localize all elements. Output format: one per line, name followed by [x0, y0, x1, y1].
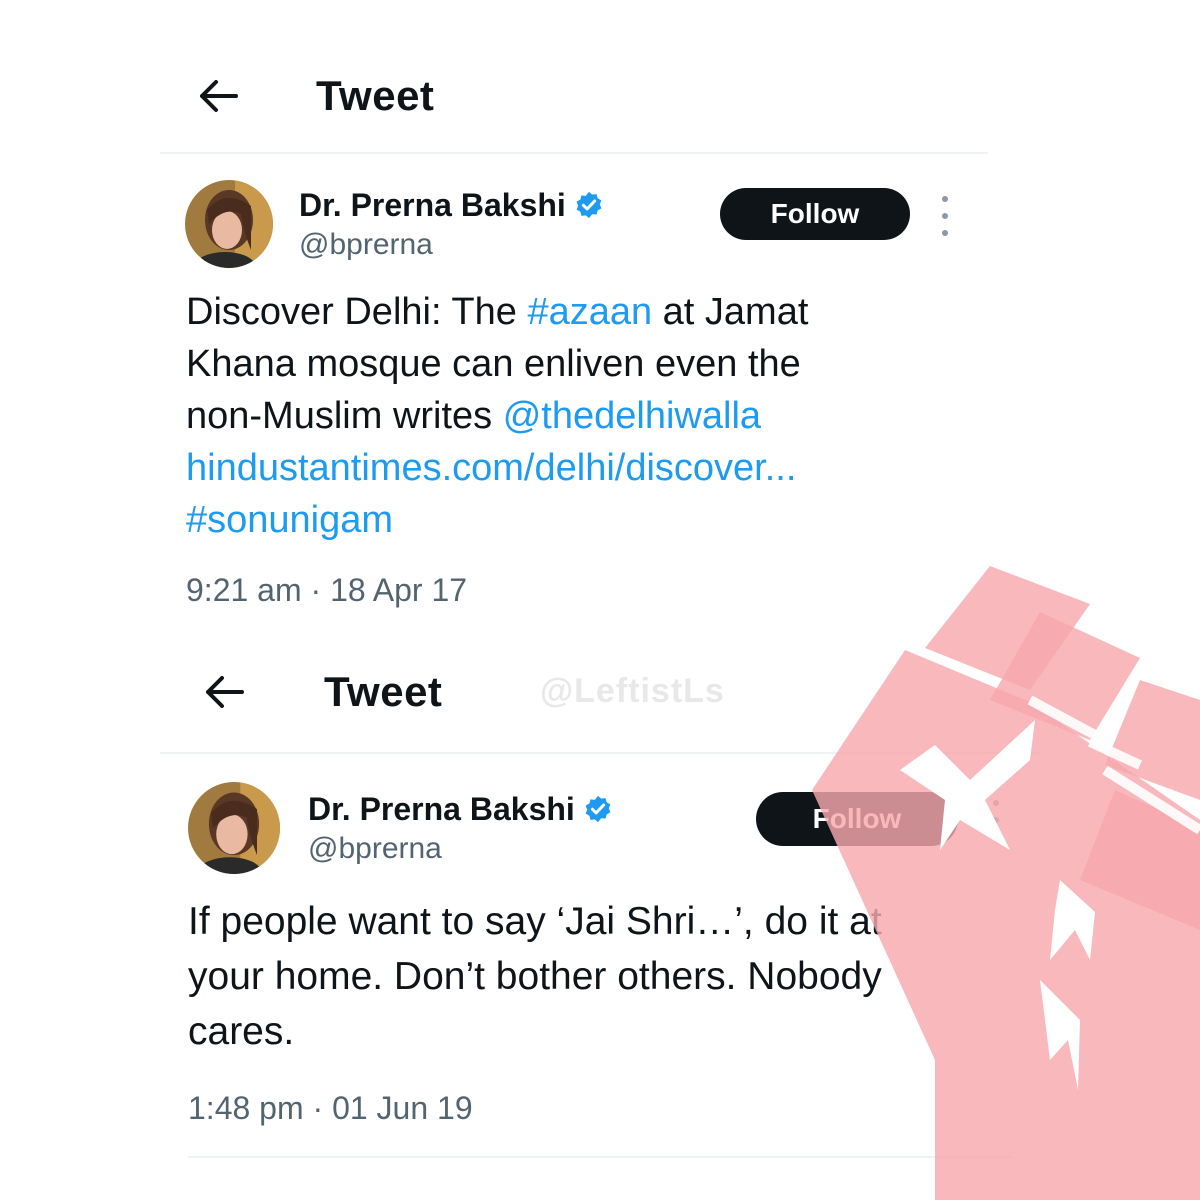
- tweet-timestamp[interactable]: 1:48 pm · 01 Jun 19: [188, 1090, 473, 1127]
- mention-link[interactable]: @thedelhiwalla: [503, 395, 761, 437]
- author-name[interactable]: Dr. Prerna Bakshi: [299, 187, 566, 224]
- header-divider: [160, 152, 988, 154]
- tweet-timestamp[interactable]: 9:21 am · 18 Apr 17: [186, 572, 467, 609]
- page-title: Tweet: [324, 668, 443, 715]
- url-link[interactable]: hindustantimes.com/delhi/discover...: [186, 442, 1006, 494]
- author-row-1: Dr. Prerna Bakshi @bprerna: [185, 180, 604, 268]
- text-line: your home. Don’t bother others. Nobody: [188, 955, 882, 998]
- more-options-icon[interactable]: [937, 196, 953, 236]
- back-arrow-icon[interactable]: [202, 670, 246, 714]
- back-arrow-icon[interactable]: [196, 74, 240, 118]
- more-options-icon[interactable]: [988, 800, 1004, 840]
- tweet-text-1: Discover Delhi: The #azaan at Jamat Khan…: [186, 286, 1006, 546]
- text-run: at Jamat: [652, 291, 809, 333]
- avatar[interactable]: [188, 782, 280, 874]
- text-run: non-Muslim writes: [186, 395, 503, 437]
- page-title: Tweet: [316, 72, 435, 119]
- hashtag-link[interactable]: #sonunigam: [186, 494, 1006, 546]
- text-run: Discover Delhi: The: [186, 291, 528, 333]
- text-line: Khana mosque can enliven even the: [186, 343, 801, 385]
- author-name[interactable]: Dr. Prerna Bakshi: [308, 791, 575, 828]
- watermark-text: @LeftistLs: [540, 672, 725, 710]
- text-line: cares.: [188, 1010, 295, 1053]
- author-handle[interactable]: @bprerna: [308, 832, 613, 866]
- tweet-header-1: Tweet: [196, 72, 434, 120]
- footer-divider: [188, 1156, 1012, 1158]
- header-divider: [160, 752, 1040, 754]
- verified-badge-icon: [585, 795, 611, 823]
- verified-badge-icon: [576, 191, 602, 219]
- avatar[interactable]: [185, 180, 273, 268]
- follow-button[interactable]: Follow: [720, 188, 910, 240]
- author-handle[interactable]: @bprerna: [299, 228, 604, 262]
- text-line: If people want to say ‘Jai Shri…’, do it…: [188, 900, 882, 943]
- author-row-2: Dr. Prerna Bakshi @bprerna: [188, 782, 613, 874]
- follow-button[interactable]: Follow: [756, 792, 958, 846]
- hashtag-link[interactable]: #azaan: [527, 291, 652, 333]
- tweet-header-2: Tweet: [202, 668, 442, 716]
- tweet-text-2: If people want to say ‘Jai Shri…’, do it…: [188, 894, 1008, 1059]
